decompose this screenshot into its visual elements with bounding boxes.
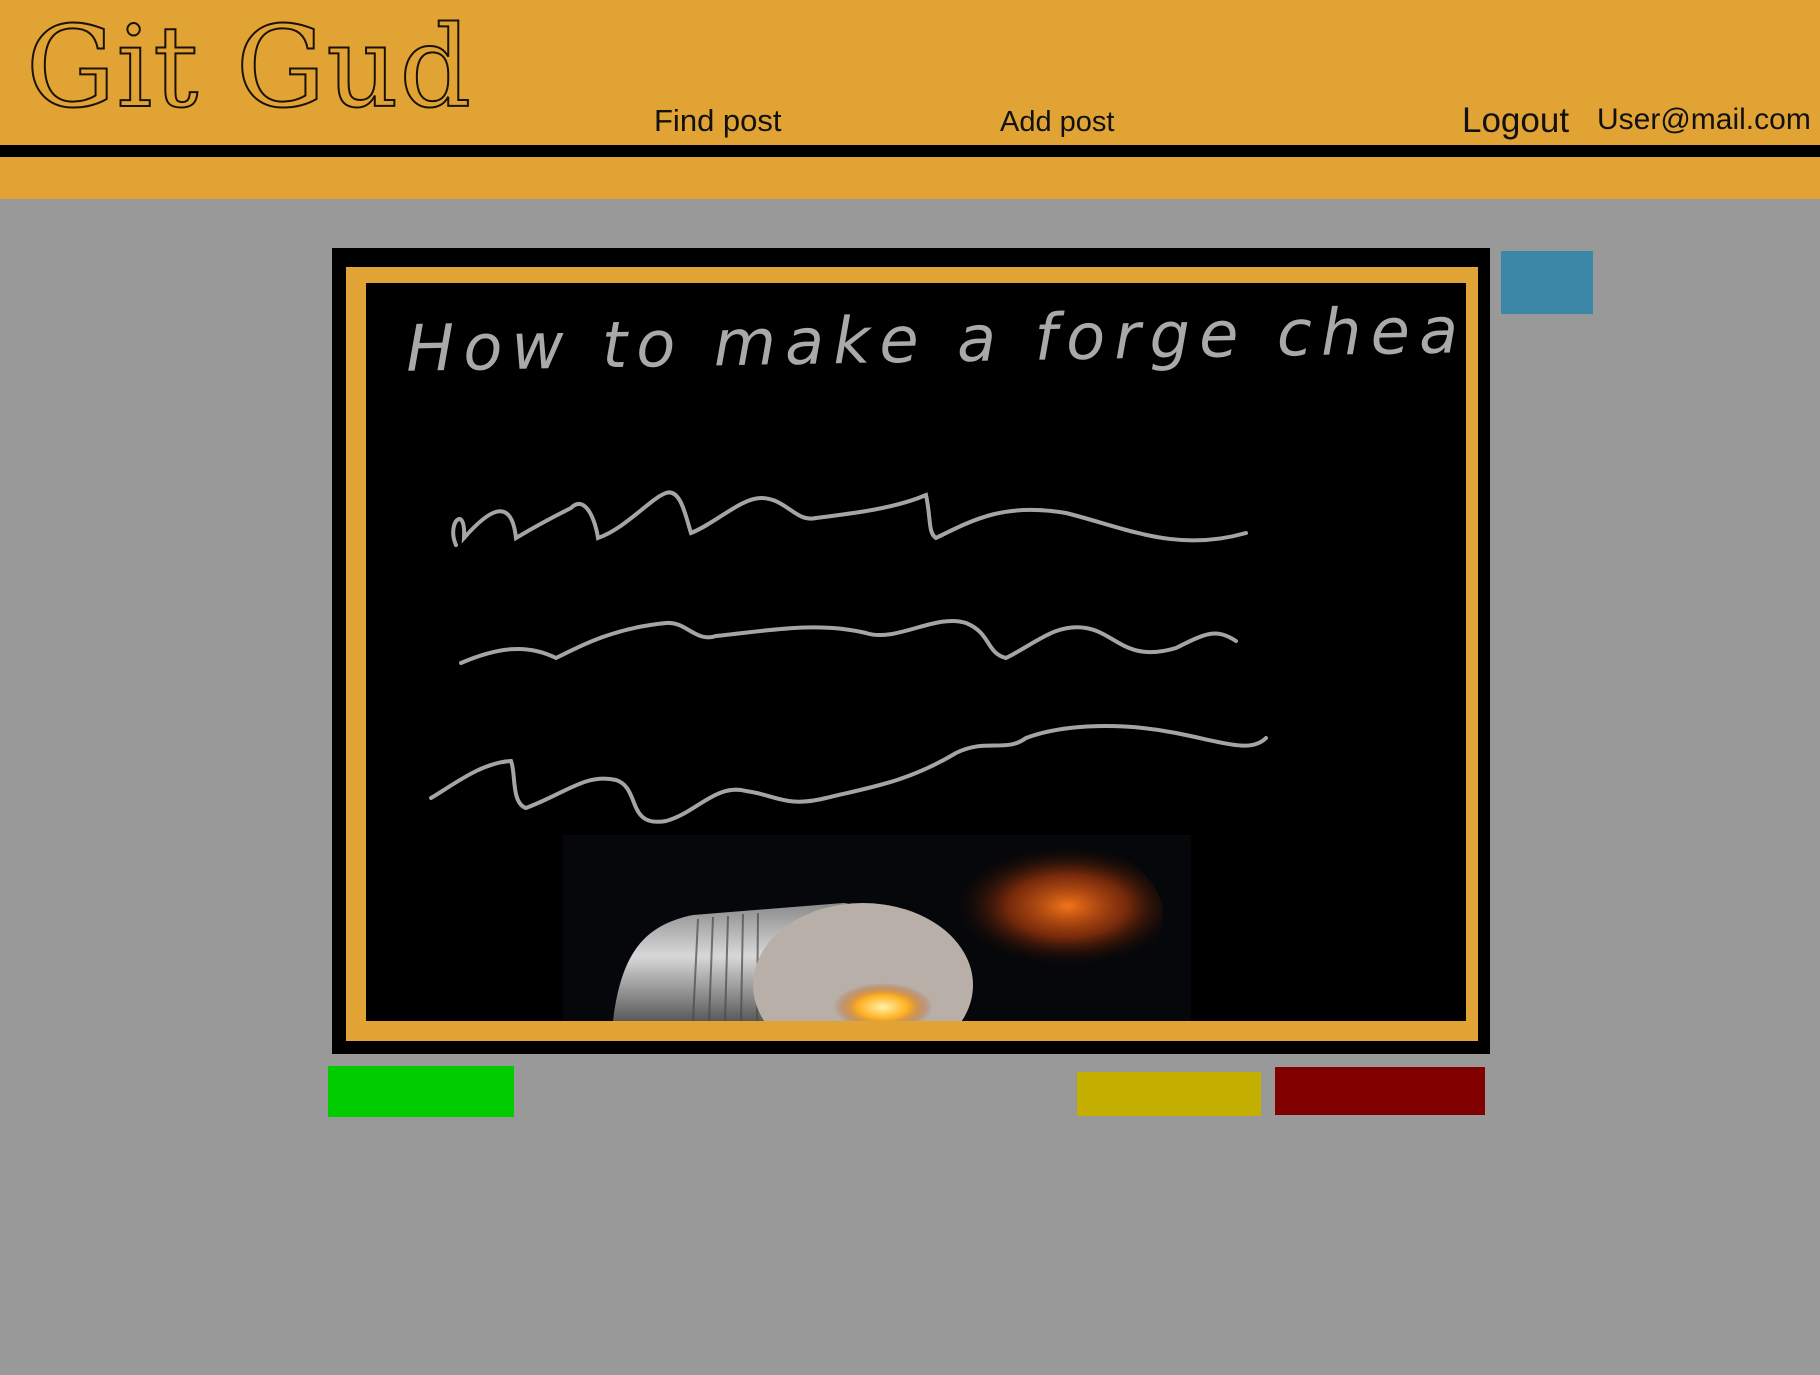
red-action-button[interactable] [1275,1067,1485,1115]
post-body-line-2 [459,619,1238,665]
post-body-line-1 [451,490,1248,547]
post-body-line-3 [429,724,1268,824]
add-post-link[interactable]: Add post [1000,106,1114,139]
header-band [0,157,1820,199]
post-content[interactable]: How to make a forge cheap [366,283,1466,1021]
header-divider [0,145,1820,157]
site-logo[interactable]: Git Gud [25,11,472,125]
yellow-action-button[interactable] [1077,1072,1261,1116]
user-email: User@mail.com [1597,103,1811,136]
find-post-link[interactable]: Find post [654,103,782,139]
forge-photo [563,835,1191,1021]
green-action-button[interactable] [328,1066,514,1117]
logout-link[interactable]: Logout [1462,101,1569,141]
side-action-button[interactable] [1501,251,1593,314]
site-header: Git Gud Find post Add post Logout User@m… [0,0,1820,145]
